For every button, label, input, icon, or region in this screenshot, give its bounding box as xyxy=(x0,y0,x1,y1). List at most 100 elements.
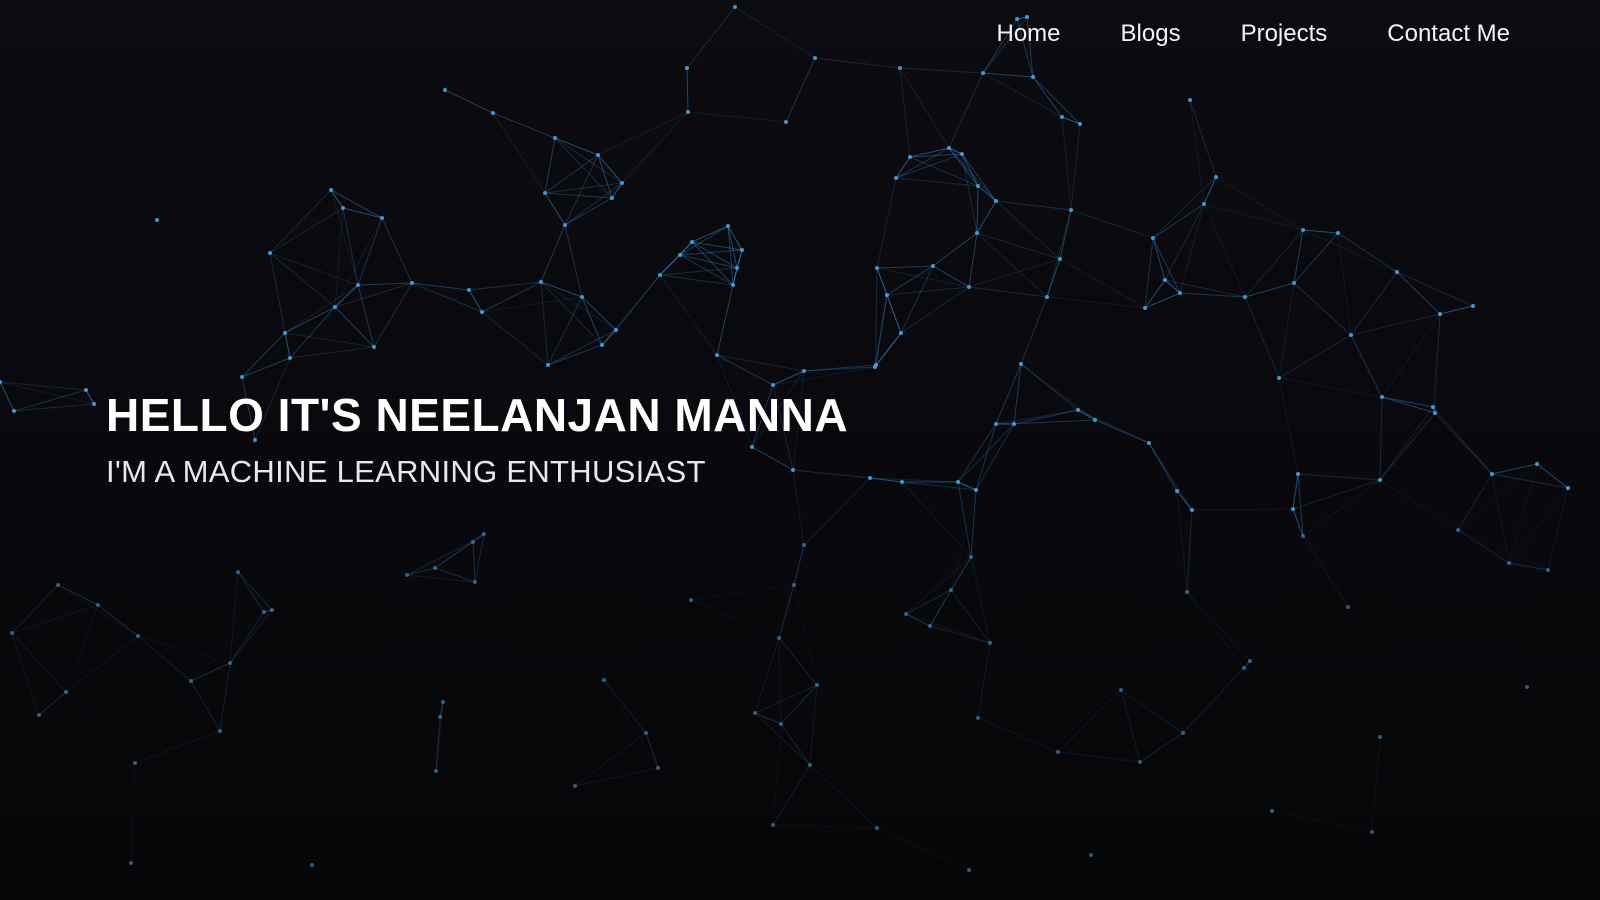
network-node xyxy=(1456,528,1460,532)
network-link xyxy=(406,567,436,576)
network-link xyxy=(330,189,344,209)
nav-home-link[interactable]: Home xyxy=(967,18,1091,50)
network-link xyxy=(975,423,997,491)
nav-contact-link[interactable]: Contact Me xyxy=(1357,18,1540,50)
network-link xyxy=(900,286,970,334)
network-node xyxy=(1178,291,1182,295)
network-node xyxy=(1045,295,1049,299)
network-link xyxy=(809,684,818,766)
top-nav: Home Blogs Projects Contact Me xyxy=(967,18,1541,50)
network-link xyxy=(1139,732,1184,763)
network-link xyxy=(1381,396,1434,408)
network-link xyxy=(995,200,1072,211)
network-link xyxy=(961,153,979,187)
network-node xyxy=(268,251,272,255)
network-node xyxy=(731,283,735,287)
network-node xyxy=(218,729,222,733)
network-node xyxy=(981,71,985,75)
network-link xyxy=(284,306,336,334)
network-link xyxy=(1070,123,1081,211)
network-node xyxy=(740,248,744,252)
network-node xyxy=(155,218,159,222)
network-node xyxy=(129,861,133,865)
network-link xyxy=(621,111,689,184)
network-link xyxy=(886,294,902,334)
nav-projects-link[interactable]: Projects xyxy=(1211,18,1358,50)
network-node xyxy=(1248,659,1252,663)
network-link xyxy=(932,265,970,288)
network-link xyxy=(1061,116,1081,125)
network-link xyxy=(540,281,603,346)
network-link xyxy=(895,147,950,179)
network-node xyxy=(1078,122,1082,126)
network-node xyxy=(1395,270,1399,274)
network-link xyxy=(686,67,689,113)
network-node xyxy=(1546,568,1550,572)
network-link xyxy=(564,197,613,226)
network-node xyxy=(988,641,992,645)
network-link xyxy=(284,332,375,348)
network-link xyxy=(357,282,413,286)
network-node xyxy=(1143,306,1147,310)
network-link xyxy=(601,274,661,346)
network-link xyxy=(778,637,782,725)
network-node xyxy=(136,634,140,638)
network-node xyxy=(64,690,68,694)
network-link xyxy=(968,286,1048,298)
network-link xyxy=(1297,473,1381,481)
network-link xyxy=(995,200,1061,260)
network-link xyxy=(754,712,811,766)
network-link xyxy=(1203,176,1217,205)
network-link xyxy=(1292,473,1299,510)
network-link xyxy=(284,332,291,359)
network-link xyxy=(876,265,934,269)
network-node xyxy=(310,863,314,867)
network-link xyxy=(968,258,1061,288)
network-node xyxy=(976,716,980,720)
network-link xyxy=(1302,535,1349,608)
network-link xyxy=(137,635,231,664)
network-link xyxy=(895,177,979,187)
network-link xyxy=(1396,271,1441,315)
nav-blogs-link[interactable]: Blogs xyxy=(1091,18,1211,50)
network-link xyxy=(1508,463,1538,564)
network-link xyxy=(780,684,818,725)
network-node xyxy=(600,343,604,347)
network-link xyxy=(342,207,383,219)
network-node xyxy=(899,331,903,335)
network-link xyxy=(679,249,743,256)
network-node xyxy=(1277,376,1281,380)
network-node xyxy=(815,683,819,687)
network-link xyxy=(901,481,972,558)
network-node xyxy=(553,136,557,140)
network-link xyxy=(1434,412,1493,475)
network-link xyxy=(1020,363,1079,411)
network-node xyxy=(1119,688,1123,692)
network-link xyxy=(659,274,734,286)
network-node xyxy=(262,610,266,614)
network-node xyxy=(482,532,486,536)
network-node xyxy=(372,345,376,349)
network-node xyxy=(898,66,902,70)
network-node xyxy=(904,612,908,616)
network-node xyxy=(928,624,932,628)
network-link xyxy=(785,57,816,123)
network-node xyxy=(1433,411,1437,415)
network-link xyxy=(754,684,818,714)
network-node xyxy=(92,402,96,406)
network-node xyxy=(329,188,333,192)
network-node xyxy=(967,285,971,289)
network-link xyxy=(876,267,970,288)
network-node xyxy=(467,288,471,292)
network-link xyxy=(948,72,984,149)
network-node xyxy=(433,566,437,570)
network-link xyxy=(1144,237,1154,309)
network-link xyxy=(1203,203,1304,231)
network-node xyxy=(1151,236,1155,240)
network-node xyxy=(56,583,60,587)
network-link xyxy=(982,72,1063,118)
hero-section: HELLO IT'S NEELANJAN MANNA I'M A MACHINE… xyxy=(106,388,848,490)
network-node xyxy=(1242,666,1246,670)
network-link xyxy=(929,625,991,644)
network-node xyxy=(1378,478,1382,482)
